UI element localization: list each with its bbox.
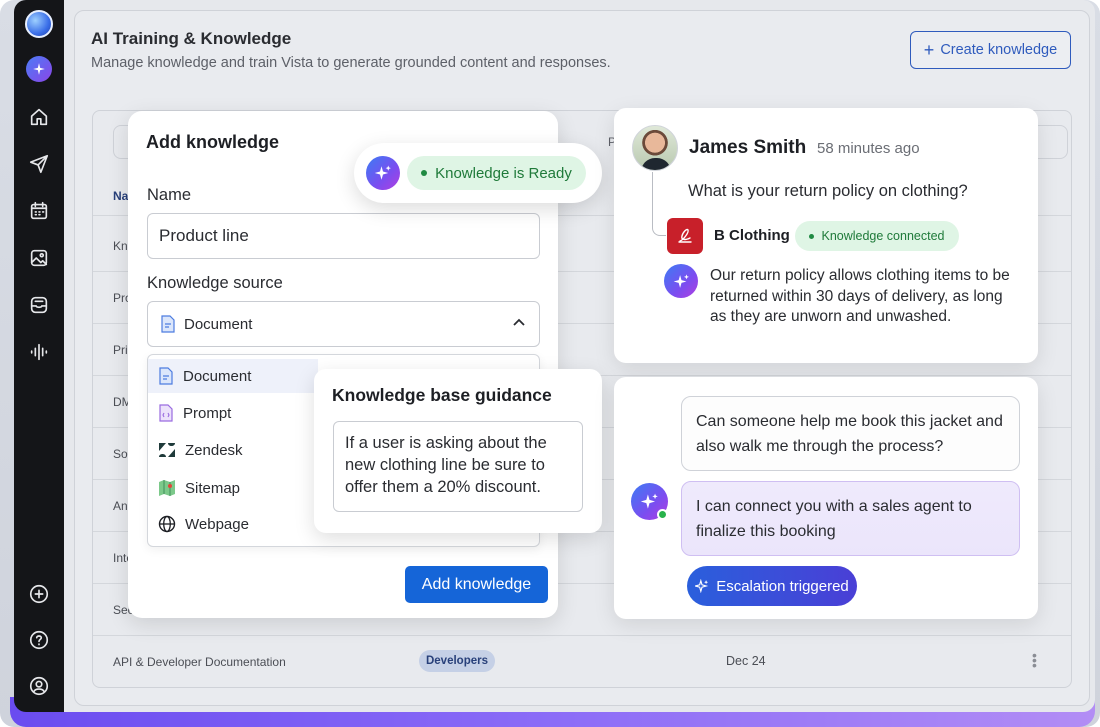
calendar-icon[interactable] <box>27 199 51 223</box>
map-icon <box>159 480 175 496</box>
status-badge: Knowledge is Ready <box>407 156 586 190</box>
option-label: Sitemap <box>185 479 241 497</box>
user-message-bubble: Can someone help me book this jacket and… <box>681 396 1020 471</box>
zendesk-icon <box>159 443 175 457</box>
table-header-name: Na <box>113 189 129 203</box>
option-zendesk[interactable]: Zendesk <box>148 433 318 467</box>
ai-sparkle-icon[interactable] <box>26 56 52 82</box>
image-icon[interactable] <box>27 246 51 270</box>
escalation-label: Escalation triggered <box>716 577 849 595</box>
timestamp: 58 minutes ago <box>817 140 920 157</box>
guidance-card: Knowledge base guidance If a user is ask… <box>314 369 602 533</box>
ai-answer: Our return policy allows clothing items … <box>710 267 1010 325</box>
row-divider <box>93 635 1071 636</box>
page-subtitle: Manage knowledge and train Vista to gene… <box>91 55 611 71</box>
source-selected-value: Document <box>184 315 253 333</box>
logo-icon[interactable] <box>25 10 53 38</box>
table-row-label: Pri <box>113 343 128 357</box>
add-knowledge-button[interactable]: Add knowledge <box>405 566 548 603</box>
send-icon[interactable] <box>27 152 51 176</box>
status-dot <box>809 233 815 239</box>
user-icon[interactable] <box>27 674 51 698</box>
dialog-title: Add knowledge <box>146 132 280 152</box>
option-document[interactable]: Document <box>148 359 318 393</box>
name-input[interactable]: Product line <box>147 213 540 259</box>
status-label: Knowledge connected <box>821 229 945 243</box>
sidebar <box>14 0 64 712</box>
chevron-up-icon <box>513 318 525 326</box>
inbox-icon[interactable] <box>27 293 51 317</box>
create-knowledge-button[interactable]: + Create knowledge <box>910 31 1071 69</box>
name-label: Name <box>147 186 192 204</box>
help-icon[interactable] <box>27 628 51 652</box>
source-select[interactable]: Document <box>147 301 540 347</box>
add-circle-icon[interactable] <box>27 582 51 606</box>
table-row-label: An <box>113 499 128 513</box>
ai-message-bubble: I can connect you with a sales agent to … <box>681 481 1020 556</box>
option-label: Zendesk <box>185 441 243 459</box>
conversation-card-escalation: Can someone help me book this jacket and… <box>614 377 1038 619</box>
user-name: James Smith <box>689 137 807 158</box>
status-label: Knowledge is Ready <box>435 164 572 182</box>
status-dot <box>421 170 428 176</box>
document-icon <box>161 315 175 333</box>
row-date: Dec 24 <box>726 654 766 668</box>
option-webpage[interactable]: Webpage <box>148 507 318 541</box>
option-prompt[interactable]: Prompt <box>148 396 318 430</box>
conversation-card: James Smith 58 minutes ago What is your … <box>614 108 1038 363</box>
prompt-icon <box>159 404 173 422</box>
create-knowledge-label: Create knowledge <box>940 42 1058 58</box>
plus-icon: + <box>923 40 935 60</box>
document-icon <box>159 367 173 385</box>
user-question: What is your return policy on clothing? <box>688 182 968 200</box>
ai-sparkle-icon <box>366 156 400 190</box>
globe-icon <box>158 515 176 533</box>
home-icon[interactable] <box>27 105 51 129</box>
knowledge-ready-toast: Knowledge is Ready <box>354 143 602 203</box>
avatar <box>632 125 678 171</box>
sparkle-icon <box>695 579 709 593</box>
option-sitemap[interactable]: Sitemap <box>148 471 318 505</box>
online-status-dot <box>657 509 668 520</box>
page-title: AI Training & Knowledge <box>91 29 292 48</box>
brand-name: B Clothing <box>714 227 790 244</box>
brand-logo-icon <box>667 218 703 254</box>
option-label: Webpage <box>185 515 249 533</box>
table-row-name[interactable]: API & Developer Documentation <box>113 655 286 669</box>
thread-connector <box>652 172 666 236</box>
escalation-button[interactable]: Escalation triggered <box>687 566 857 606</box>
source-label: Knowledge source <box>147 274 283 292</box>
status-badge: Knowledge connected <box>795 221 959 251</box>
more-options-icon[interactable]: • • • <box>1032 648 1037 672</box>
guidance-title: Knowledge base guidance <box>332 385 552 405</box>
guidance-textarea[interactable]: If a user is asking about the new clothi… <box>333 421 583 512</box>
name-input-value: Product line <box>159 226 249 245</box>
option-label: Document <box>183 367 252 385</box>
option-label: Prompt <box>183 404 232 422</box>
audio-wave-icon[interactable] <box>27 340 51 364</box>
tag-badge: Developers <box>419 650 495 672</box>
ai-sparkle-icon <box>664 264 698 298</box>
